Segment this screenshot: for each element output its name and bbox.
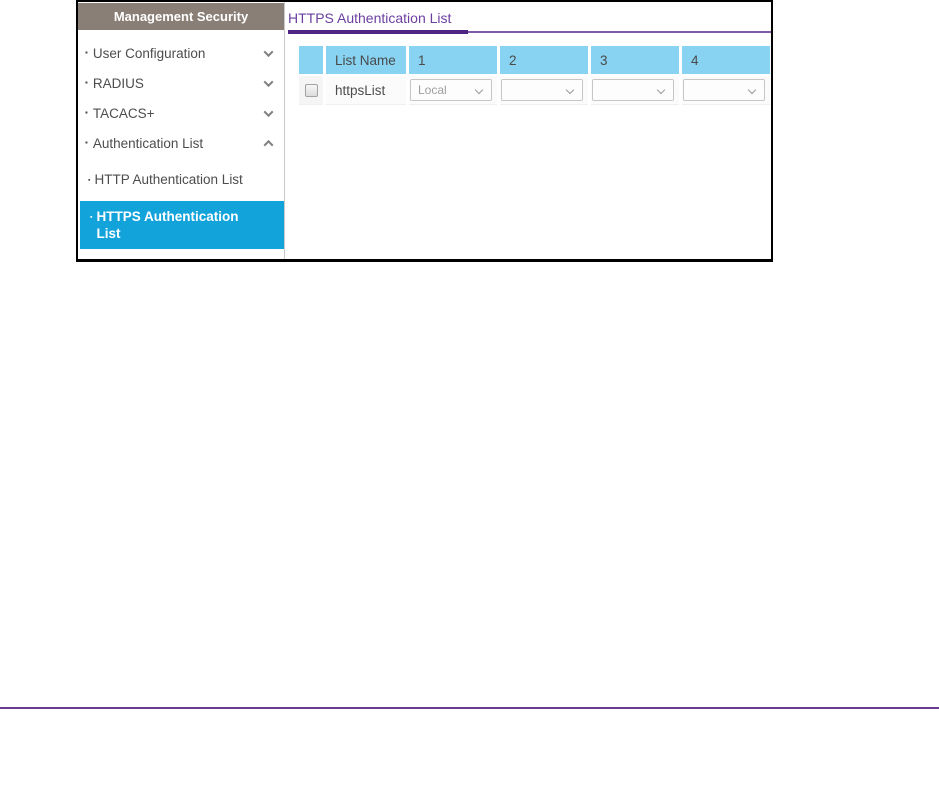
row-checkbox-cell xyxy=(299,76,323,105)
chevron-down-icon xyxy=(565,85,575,95)
sidebar-item-http-authentication-list[interactable]: ▪ HTTP Authentication List xyxy=(78,164,284,195)
bullet-icon: ▪ xyxy=(85,48,88,57)
table-row: httpsList Local xyxy=(299,76,770,105)
sidebar-item-authentication-list[interactable]: ▪ Authentication List xyxy=(78,128,284,158)
sidebar-item-radius[interactable]: ▪ RADIUS xyxy=(78,68,284,98)
authentication-list-submenu: ▪ HTTP Authentication List ▪ HTTPS Authe… xyxy=(78,164,284,249)
auth-method-cell-2 xyxy=(500,76,588,105)
auth-method-select-4[interactable] xyxy=(683,79,765,101)
auth-method-select-1[interactable]: Local xyxy=(410,79,492,101)
chevron-up-icon xyxy=(263,139,274,150)
sidebar-menu: ▪ User Configuration ▪ RADIUS ▪ TACACS+ … xyxy=(78,30,284,249)
header-col-1: 1 xyxy=(409,46,497,74)
sidebar-item-user-configuration[interactable]: ▪ User Configuration xyxy=(78,38,284,68)
chevron-down-icon xyxy=(263,46,274,57)
sidebar-item-label: TACACS+ xyxy=(92,105,155,121)
bullet-icon: ▪ xyxy=(85,108,88,117)
auth-method-select-3[interactable] xyxy=(592,79,674,101)
sidebar-item-label: RADIUS xyxy=(92,75,144,91)
header-col-2: 2 xyxy=(500,46,588,74)
header-col-3: 3 xyxy=(591,46,679,74)
sidebar-item-label: User Configuration xyxy=(92,45,206,61)
chevron-down-icon xyxy=(263,76,274,87)
page-divider xyxy=(0,707,939,709)
header-col-4: 4 xyxy=(682,46,770,74)
bullet-icon: ▪ xyxy=(85,78,88,87)
auth-method-cell-4 xyxy=(682,76,770,105)
chevron-down-icon xyxy=(474,85,484,95)
sidebar: Management Security ▪ User Configuration… xyxy=(78,2,285,259)
page-title: HTTPS Authentication List xyxy=(288,10,452,26)
chevron-down-icon xyxy=(656,85,666,95)
header-checkbox-cell xyxy=(299,46,323,74)
content-area: HTTPS Authentication List List Name 1 2 … xyxy=(285,2,771,259)
row-checkbox[interactable] xyxy=(304,83,318,97)
sidebar-subitem-label: HTTPS Authentication List xyxy=(96,209,239,241)
auth-method-cell-3 xyxy=(591,76,679,105)
bullet-icon: ▪ xyxy=(90,214,93,221)
management-security-panel: Management Security ▪ User Configuration… xyxy=(76,0,773,262)
sidebar-item-https-authentication-list[interactable]: ▪ HTTPS Authentication List xyxy=(80,201,284,249)
https-authentication-table: List Name 1 2 3 4 httpsList Local xyxy=(299,46,770,105)
select-value: Local xyxy=(418,83,447,97)
chevron-down-icon xyxy=(747,85,757,95)
list-name-cell: httpsList xyxy=(326,76,406,105)
bullet-icon: ▪ xyxy=(88,177,91,184)
sidebar-item-tacacs[interactable]: ▪ TACACS+ xyxy=(78,98,284,128)
sidebar-header: Management Security xyxy=(78,3,284,30)
header-list-name: List Name xyxy=(326,46,406,74)
chevron-down-icon xyxy=(263,106,274,117)
bullet-icon: ▪ xyxy=(85,138,88,147)
auth-method-select-2[interactable] xyxy=(501,79,583,101)
table-header-row: List Name 1 2 3 4 xyxy=(299,46,770,74)
auth-method-cell-1: Local xyxy=(409,76,497,105)
sidebar-subitem-label: HTTP Authentication List xyxy=(94,172,243,187)
sidebar-item-label: Authentication List xyxy=(92,135,204,151)
title-underline xyxy=(285,30,771,34)
title-rule-thick xyxy=(288,30,468,34)
